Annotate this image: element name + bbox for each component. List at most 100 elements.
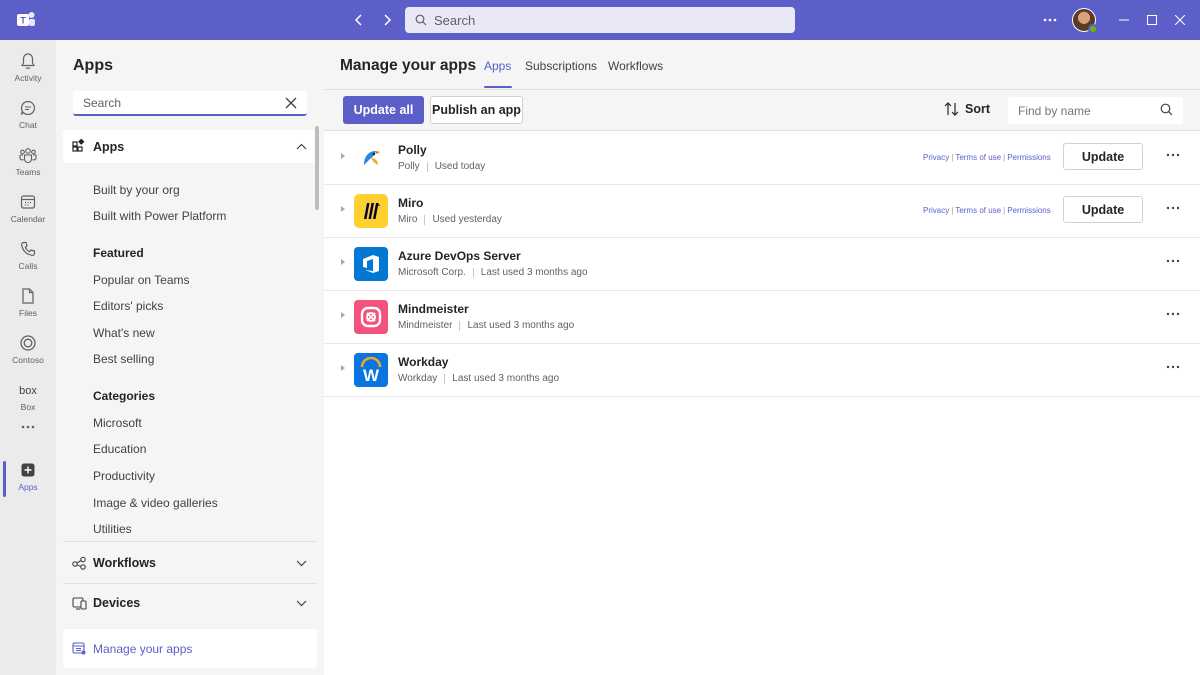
app-name[interactable]: Azure DevOps Server <box>398 249 521 263</box>
nav-category-productivity[interactable]: Productivity <box>93 469 155 483</box>
nav-best-selling[interactable]: Best selling <box>93 352 154 366</box>
app-meta: Microsoft Corp. Last used 3 months ago <box>398 267 588 278</box>
more-options-icon[interactable] <box>1166 153 1180 157</box>
tab-workflows[interactable]: Workflows <box>608 59 663 73</box>
nav-category-image-video[interactable]: Image & video galleries <box>93 496 218 510</box>
app-row-miro[interactable]: Miro Miro Used yesterday Privacy | Terms o… <box>324 185 1200 238</box>
maximize-button[interactable] <box>1138 0 1166 40</box>
find-by-name-input[interactable] <box>1018 103 1148 118</box>
forward-button[interactable] <box>378 11 396 29</box>
more-options-icon[interactable] <box>1166 365 1180 369</box>
permissions-link[interactable]: Permissions <box>1007 153 1051 162</box>
nav-built-by-org[interactable]: Built by your org <box>93 183 180 197</box>
more-apps-icon[interactable] <box>0 425 56 429</box>
chevron-down-icon <box>296 600 307 607</box>
sort-label: Sort <box>965 102 990 116</box>
app-publisher: Mindmeister <box>398 320 453 331</box>
rail-item-teams[interactable]: Teams <box>0 140 56 186</box>
expand-caret-icon[interactable] <box>340 364 346 372</box>
app-name[interactable]: Workday <box>398 355 448 369</box>
chevron-up-icon <box>296 143 307 150</box>
app-row-polly[interactable]: Polly Polly Used today Privacy | Terms of … <box>324 132 1200 185</box>
featured-heading: Featured <box>93 246 144 260</box>
rail-item-activity[interactable]: Activity <box>0 46 56 92</box>
privacy-link[interactable]: Privacy <box>923 206 949 215</box>
app-row-azure-devops-server[interactable]: Azure DevOps Server Microsoft Corp. Last… <box>324 238 1200 291</box>
app-name[interactable]: Polly <box>398 143 427 157</box>
minimize-button[interactable] <box>1110 0 1138 40</box>
back-button[interactable] <box>350 11 368 29</box>
more-options-icon[interactable] <box>1166 259 1180 263</box>
scrollbar-thumb[interactable] <box>315 126 319 210</box>
update-button[interactable]: Update <box>1063 143 1143 170</box>
rail-item-apps[interactable]: Apps <box>0 455 56 501</box>
nav-popular-on-teams[interactable]: Popular on Teams <box>93 273 190 287</box>
expand-caret-icon[interactable] <box>340 152 346 160</box>
tab-subscriptions[interactable]: Subscriptions <box>525 59 597 73</box>
search-icon <box>415 14 427 26</box>
nav-category-microsoft[interactable]: Microsoft <box>93 416 142 430</box>
divider <box>426 161 428 172</box>
rail-item-box[interactable]: box Box <box>0 375 56 421</box>
devices-section-header[interactable]: Devices <box>63 585 317 621</box>
manage-apps-icon <box>72 642 86 655</box>
sort-button[interactable]: Sort <box>944 102 990 116</box>
nav-whats-new[interactable]: What's new <box>93 326 155 340</box>
app-usage: Last used 3 months ago <box>452 373 560 384</box>
toolbar: Update all Publish an app Sort <box>324 90 1200 131</box>
app-publisher: Workday <box>398 373 438 384</box>
clear-search-icon[interactable] <box>285 97 297 109</box>
app-publisher: Polly <box>398 161 420 172</box>
sort-arrows-icon <box>944 102 959 116</box>
bell-icon <box>19 52 37 70</box>
app-name[interactable]: Mindmeister <box>398 302 469 316</box>
app-legal-links: Privacy | Terms of use | Permissions <box>923 206 1051 215</box>
find-by-name-field[interactable] <box>1008 97 1183 124</box>
more-options-icon[interactable] <box>1038 8 1062 32</box>
nav-category-utilities[interactable]: Utilities <box>93 522 132 536</box>
workflows-section-header[interactable]: Workflows <box>63 545 317 581</box>
rail-item-label: Files <box>19 308 37 318</box>
terms-of-use-link[interactable]: Terms of use <box>955 206 1001 215</box>
publish-app-button[interactable]: Publish an app <box>430 96 523 124</box>
terms-of-use-link[interactable]: Terms of use <box>955 153 1001 162</box>
app-usage: Last used 3 months ago <box>467 320 575 331</box>
update-all-button[interactable]: Update all <box>343 96 424 124</box>
rail-item-files[interactable]: Files <box>0 281 56 327</box>
apps-search-input[interactable] <box>83 95 273 110</box>
teams-icon <box>18 146 38 164</box>
rail-item-calls[interactable]: Calls <box>0 234 56 280</box>
tab-apps[interactable]: Apps <box>484 59 511 73</box>
expand-caret-icon[interactable] <box>340 311 346 319</box>
close-window-button[interactable] <box>1166 0 1194 40</box>
avatar[interactable] <box>1072 8 1098 34</box>
expand-caret-icon[interactable] <box>340 258 346 266</box>
rail-item-calendar[interactable]: Calendar <box>0 187 56 233</box>
rail-item-chat[interactable]: Chat <box>0 93 56 139</box>
more-options-icon[interactable] <box>1166 312 1180 316</box>
app-row-workday[interactable]: W Workday Workday Last used 3 months ago <box>324 344 1200 397</box>
apps-grid-icon <box>72 138 87 153</box>
phone-icon <box>19 240 37 258</box>
global-search-input[interactable]: Search <box>405 7 795 33</box>
more-options-icon[interactable] <box>1166 206 1180 210</box>
permissions-link[interactable]: Permissions <box>1007 206 1051 215</box>
chevron-down-icon <box>296 560 307 567</box>
rail-item-contoso[interactable]: Contoso <box>0 328 56 374</box>
app-row-mindmeister[interactable]: Mindmeister Mindmeister Last used 3 mont… <box>324 291 1200 344</box>
privacy-link[interactable]: Privacy <box>923 153 949 162</box>
nav-editors-picks[interactable]: Editors' picks <box>93 299 163 313</box>
app-name[interactable]: Miro <box>398 196 423 210</box>
apps-search-field[interactable] <box>73 91 307 116</box>
divider <box>63 583 317 584</box>
nav-category-education[interactable]: Education <box>93 442 146 456</box>
app-usage: Used today <box>434 161 486 172</box>
apps-section-header[interactable]: Apps <box>63 130 317 163</box>
nav-built-with-power-platform[interactable]: Built with Power Platform <box>93 209 226 223</box>
expand-caret-icon[interactable] <box>340 205 346 213</box>
calendar-icon <box>19 193 37 211</box>
app-meta: Miro Used yesterday <box>398 214 502 225</box>
update-button[interactable]: Update <box>1063 196 1143 223</box>
manage-your-apps-link[interactable]: Manage your apps <box>63 629 317 668</box>
rail-item-label: Chat <box>19 120 37 130</box>
